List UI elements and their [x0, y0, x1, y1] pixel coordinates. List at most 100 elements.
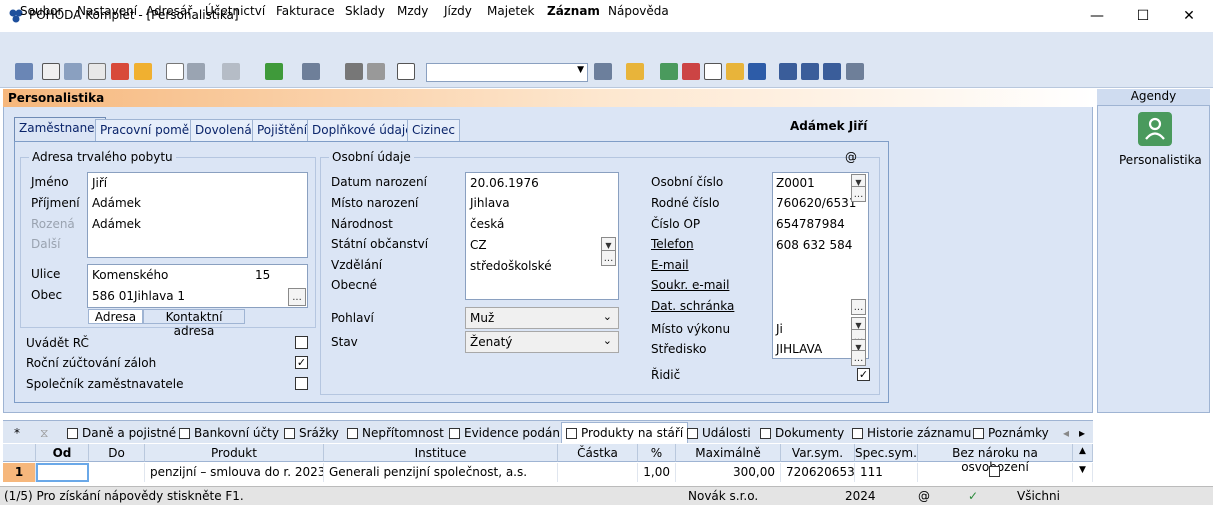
- status-filter[interactable]: Všichni: [1017, 489, 1060, 503]
- tab-zamestnanec[interactable]: Zaměstnanec: [14, 117, 107, 141]
- col-produkt[interactable]: Produkt: [145, 444, 324, 462]
- tab-dovolena[interactable]: Dovolená: [190, 119, 257, 141]
- print-icon[interactable]: [64, 63, 82, 80]
- tab-scroll-left-icon[interactable]: ◂: [1063, 424, 1069, 442]
- coins-icon[interactable]: [726, 63, 744, 80]
- tab-cizinec[interactable]: Cizinec: [407, 119, 460, 141]
- payment-icon[interactable]: [682, 63, 700, 80]
- menu-sklady[interactable]: Sklady: [345, 4, 385, 18]
- telefon-value[interactable]: 608 632 584: [776, 238, 852, 252]
- duplicate-icon[interactable]: [397, 63, 415, 80]
- cell-instituce[interactable]: Generali penzijní společnost, a.s.: [324, 463, 558, 482]
- uvadet-rc-checkbox[interactable]: [295, 336, 308, 349]
- subtab-kontaktni-adresa[interactable]: Kontaktní adresa: [143, 309, 245, 338]
- tab-scroll-right-icon[interactable]: ▸: [1079, 424, 1085, 442]
- bottom-tab-star[interactable]: *: [14, 424, 20, 442]
- ridic-checkbox[interactable]: ✓: [857, 368, 870, 381]
- cell-var-sym[interactable]: 7206206535: [781, 463, 855, 482]
- col-procent[interactable]: %: [638, 444, 676, 462]
- minimize-button[interactable]: —: [1074, 0, 1120, 32]
- bottom-tab-poznamky[interactable]: Poznámky: [973, 424, 1049, 442]
- folder-icon[interactable]: [626, 63, 644, 80]
- subtab-adresa[interactable]: Adresa: [88, 309, 143, 324]
- filter-icon[interactable]: ⧖: [40, 424, 48, 442]
- osobni-browse-button[interactable]: ...: [851, 186, 866, 202]
- tab-pracovni-pomer[interactable]: Pracovní poměr: [95, 119, 200, 141]
- filter-icon[interactable]: [594, 63, 612, 80]
- edit-icon[interactable]: [187, 63, 205, 80]
- misto-vykonu-value[interactable]: Ji: [776, 322, 783, 336]
- psc-value[interactable]: 586 01: [92, 289, 134, 303]
- cell-produkt[interactable]: penzijní – smlouva do r. 2023: [145, 463, 324, 482]
- stredisko-browse-button[interactable]: ...: [851, 350, 866, 366]
- new-record-icon[interactable]: [166, 63, 184, 80]
- pohlavi-select[interactable]: Muž ⌄: [465, 307, 619, 329]
- vzdelani-value[interactable]: středoškolské: [470, 259, 552, 273]
- menu-nastaveni[interactable]: Nastavení: [77, 4, 137, 18]
- stav-select[interactable]: Ženatý ⌄: [465, 331, 619, 353]
- menu-majetek[interactable]: Majetek: [487, 4, 534, 18]
- agenda-switch-icon[interactable]: [15, 63, 33, 80]
- quick-filter-combo[interactable]: ▼: [426, 63, 588, 82]
- street-box[interactable]: Komenského 15 586 01 Jihlava 1: [87, 264, 308, 308]
- iban-icon[interactable]: [748, 63, 766, 80]
- scroll-down-icon[interactable]: ▼: [1073, 463, 1093, 482]
- grid-icon[interactable]: [823, 63, 841, 80]
- preview-icon[interactable]: [88, 63, 106, 80]
- pdf-icon[interactable]: [111, 63, 129, 80]
- cislo-op-value[interactable]: 654787984: [776, 217, 845, 231]
- rozena-value[interactable]: Adámek: [92, 217, 141, 231]
- table-icon[interactable]: [222, 63, 240, 80]
- status-at-icon[interactable]: @: [918, 489, 930, 503]
- rodne-cislo-value[interactable]: 760620/6531: [776, 196, 856, 210]
- close-button[interactable]: ✕: [1166, 0, 1212, 32]
- obec-browse-button[interactable]: ...: [288, 288, 306, 306]
- menu-napoveda[interactable]: Nápověda: [608, 4, 669, 18]
- dat-schranka-link[interactable]: Dat. schránka: [651, 299, 734, 313]
- col-spec-sym[interactable]: Spec.sym.: [855, 444, 918, 462]
- col-maximalne[interactable]: Maximálně: [676, 444, 781, 462]
- cell-spec-sym[interactable]: 111: [855, 463, 918, 482]
- narodnost-value[interactable]: česká: [470, 217, 504, 231]
- col-var-sym[interactable]: Var.sym.: [781, 444, 855, 462]
- person-icon[interactable]: [1138, 112, 1172, 146]
- personal-box[interactable]: 20.06.1976 Jihlava česká CZ středoškolsk…: [465, 172, 619, 300]
- telefon-link[interactable]: Telefon: [651, 237, 694, 251]
- rocni-checkbox[interactable]: ✓: [295, 356, 308, 369]
- bottom-tab-dane[interactable]: Daně a pojistné: [67, 424, 176, 442]
- schranka-browse-button[interactable]: ...: [851, 299, 866, 315]
- col-od[interactable]: Od: [36, 444, 89, 462]
- prijmeni-value[interactable]: Adámek: [92, 196, 141, 210]
- bottom-tab-dokumenty[interactable]: Dokumenty: [760, 424, 844, 442]
- name-box[interactable]: Jiří Adámek Adámek: [87, 172, 308, 258]
- bottom-tab-produkty[interactable]: Produkty na stáří: [561, 422, 689, 443]
- cislo-value[interactable]: 15: [255, 268, 270, 282]
- soukr-email-link[interactable]: Soukr. e-mail: [651, 278, 729, 292]
- bottom-tab-udalosti[interactable]: Události: [687, 424, 751, 442]
- tab-pojisteni[interactable]: Pojištění: [252, 119, 313, 141]
- copy-icon[interactable]: [42, 63, 60, 80]
- obcanstvi-value[interactable]: CZ: [470, 238, 487, 252]
- spolecnik-checkbox[interactable]: [295, 377, 308, 390]
- email-link[interactable]: E-mail: [651, 258, 689, 272]
- bottom-tab-nepritomnost[interactable]: Nepřítomnost: [347, 424, 444, 442]
- cell-maximalne[interactable]: 300,00: [676, 463, 781, 482]
- col-castka[interactable]: Částka: [558, 444, 638, 462]
- settings-icon[interactable]: [302, 63, 320, 80]
- obec-value[interactable]: Jihlava 1: [134, 289, 185, 303]
- save-all-icon[interactable]: [367, 63, 385, 80]
- menu-soubor[interactable]: Soubor: [20, 4, 62, 18]
- maximize-button[interactable]: ☐: [1120, 0, 1166, 32]
- cell-castka[interactable]: [558, 463, 638, 482]
- cell-do[interactable]: [89, 463, 145, 482]
- datum-value[interactable]: 20.06.1976: [470, 176, 539, 190]
- export-icon[interactable]: [134, 63, 152, 80]
- scroll-up-icon[interactable]: ▲: [1073, 444, 1093, 462]
- window-icon[interactable]: [779, 63, 797, 80]
- help-icon[interactable]: [846, 63, 864, 80]
- ulice-value[interactable]: Komenského: [92, 268, 168, 282]
- bottom-tab-bankovni[interactable]: Bankovní účty: [179, 424, 279, 442]
- at-icon[interactable]: @: [845, 150, 857, 164]
- tab-doplnkove-udaje[interactable]: Doplňkové údaje: [307, 119, 418, 141]
- osobni-cislo-value[interactable]: Z0001: [776, 176, 815, 190]
